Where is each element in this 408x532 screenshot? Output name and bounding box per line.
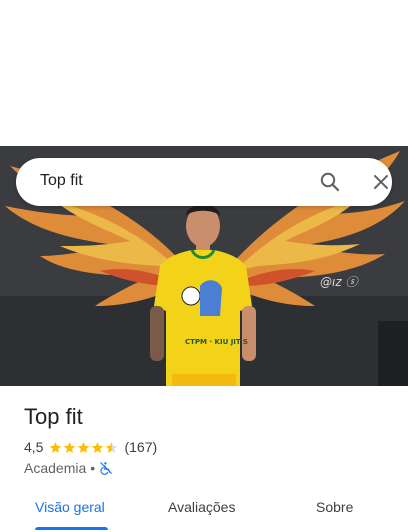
place-info-panel: Top fit 4,5 (167) Academia • Visão geral…	[0, 386, 408, 532]
svg-text:CTPM · KIU JIT'S: CTPM · KIU JIT'S	[185, 338, 248, 346]
place-tabs: Visão geral Avaliações Sobre	[0, 493, 408, 532]
star-icon	[64, 441, 76, 453]
tab-about[interactable]: Sobre	[316, 499, 353, 515]
separator-dot: •	[90, 460, 96, 476]
not-wheelchair-accessible-icon[interactable]	[99, 461, 113, 475]
category-row: Academia •	[24, 459, 113, 477]
tab-reviews[interactable]: Avaliações	[168, 499, 235, 515]
close-icon[interactable]	[369, 170, 393, 194]
star-rating	[49, 441, 119, 454]
search-icon[interactable]	[318, 170, 342, 194]
maps-place-page: @ız ⓢ CTPM · KIU JIT'S Top fit Top fit 4…	[0, 0, 408, 532]
active-tab-indicator	[35, 527, 108, 530]
review-count[interactable]: (167)	[124, 439, 157, 455]
wall-graffiti: @ız ⓢ	[320, 275, 359, 289]
place-title: Top fit	[24, 404, 83, 429]
rating-row[interactable]: 4,5 (167)	[24, 438, 157, 456]
place-category: Academia	[24, 460, 87, 476]
star-icon	[50, 441, 62, 453]
rating-value: 4,5	[24, 439, 44, 455]
search-input[interactable]: Top fit	[40, 172, 83, 190]
star-icon	[78, 441, 90, 453]
top-blank-area	[0, 0, 408, 146]
search-bar[interactable]: Top fit	[16, 158, 392, 206]
star-icon	[92, 441, 104, 453]
tab-overview[interactable]: Visão geral	[35, 499, 105, 515]
half-star-icon	[106, 441, 118, 453]
